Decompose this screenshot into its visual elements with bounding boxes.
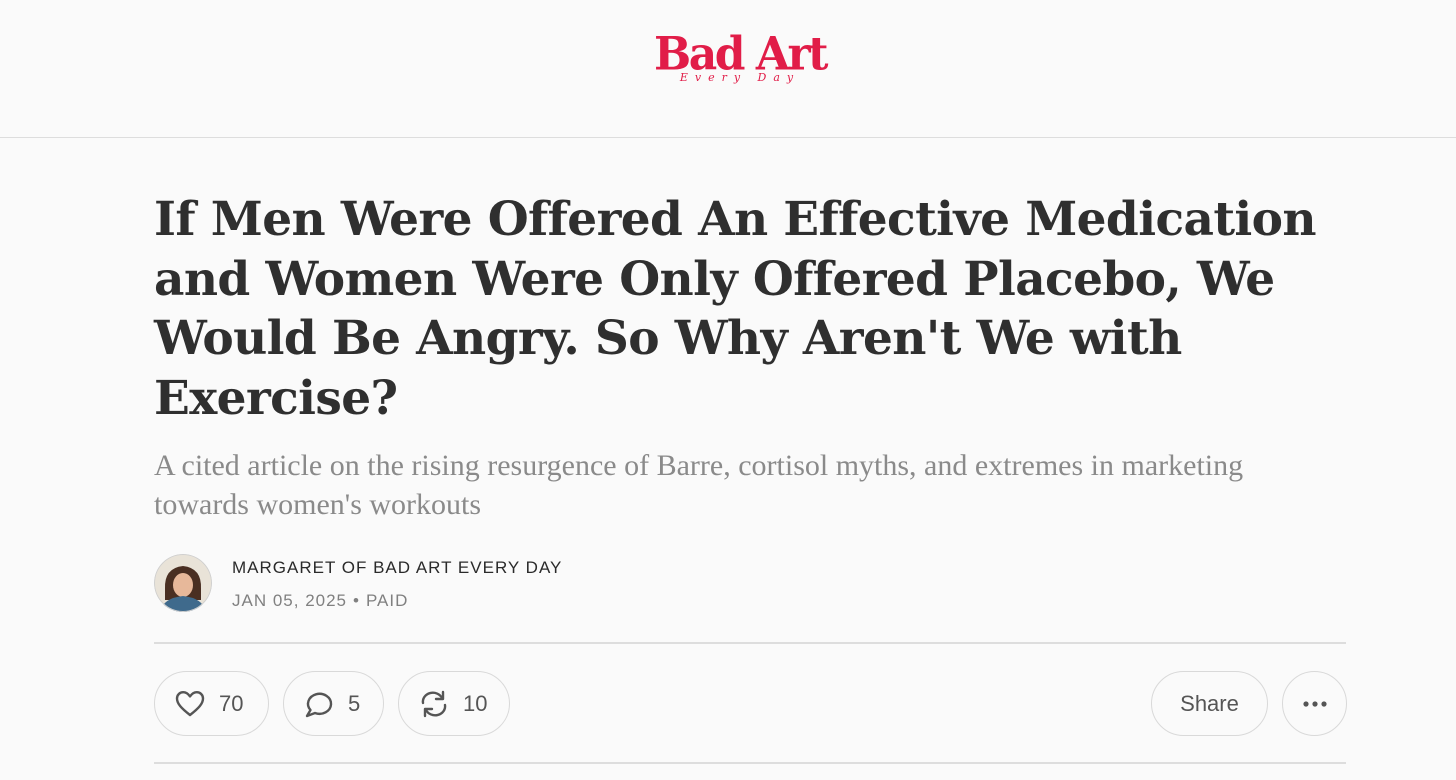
article-title: If Men Were Offered An Effective Medicat…	[154, 192, 1317, 426]
divider-bottom	[154, 762, 1346, 764]
author-avatar[interactable]	[154, 554, 212, 612]
heart-icon	[175, 689, 205, 719]
post-date: JAN 05, 2025	[232, 591, 348, 610]
post-access: PAID	[365, 591, 409, 610]
more-options-button[interactable]	[1282, 671, 1347, 736]
like-button[interactable]: 70	[154, 671, 269, 736]
site-header: Bad Art Every Day	[0, 0, 1456, 138]
logo-wordmark: Bad Art	[654, 27, 828, 82]
meta-separator: •	[353, 591, 360, 610]
article-subtitle: A cited article on the rising resurgence…	[154, 449, 1244, 521]
restack-button[interactable]: 10	[398, 671, 510, 736]
restack-arrows-icon	[419, 689, 449, 719]
comment-count: 5	[348, 690, 361, 716]
post-meta: JAN 05, 2025 • PAID	[232, 591, 408, 611]
ellipsis-icon	[1300, 689, 1330, 719]
share-button[interactable]: Share	[1151, 671, 1268, 736]
author-name[interactable]: MARGARET OF BAD ART EVERY DAY	[232, 558, 562, 578]
speech-bubble-icon	[304, 689, 334, 719]
like-count: 70	[219, 690, 244, 716]
restack-count: 10	[463, 690, 488, 716]
divider-top	[154, 642, 1346, 644]
site-logo[interactable]: Bad Art Every Day	[640, 27, 840, 100]
comment-button[interactable]: 5	[283, 671, 384, 736]
